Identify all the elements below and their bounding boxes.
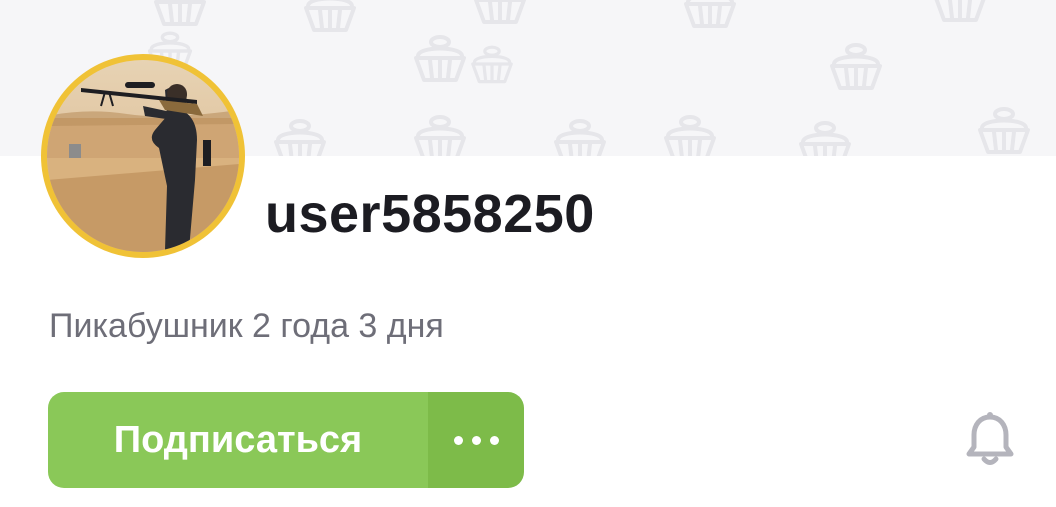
subscribe-button[interactable]: Подписаться <box>48 392 428 488</box>
bell-icon <box>966 412 1014 465</box>
profile-tenure: Пикабушник 2 года 3 дня <box>49 307 444 345</box>
more-dots-icon <box>489 435 499 445</box>
more-options-button[interactable] <box>428 392 524 488</box>
username: user5858250 <box>265 184 595 244</box>
avatar-photo <box>47 60 239 252</box>
avatar[interactable] <box>41 54 245 258</box>
more-dots-icon <box>471 435 481 445</box>
more-dots-icon <box>453 435 463 445</box>
avatar-image <box>47 60 239 252</box>
subscribe-button-group: Подписаться <box>48 392 524 488</box>
notifications-button[interactable] <box>964 411 1016 467</box>
profile-header: user5858250 Пикабушник 2 года 3 дня Подп… <box>0 0 1056 507</box>
